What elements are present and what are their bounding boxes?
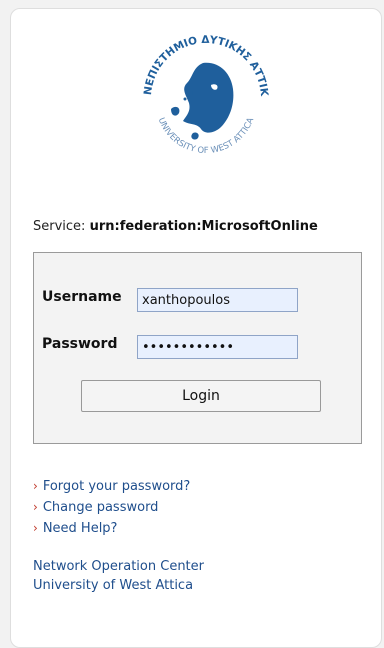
service-label: Service: <box>33 219 86 234</box>
need-help-label: Need Help? <box>42 521 118 536</box>
chevron-right-icon: › <box>33 500 38 514</box>
change-password-label: Change password <box>42 500 159 515</box>
login-button[interactable]: Login <box>81 380 321 412</box>
chevron-right-icon: › <box>33 479 38 493</box>
university-seal-icon: ΠΑΝΕΠΙΣΤΗΜΙΟ ΔΥΤΙΚΗΣ ΑΤΤΙΚΗΣ UNIVERSITY … <box>127 14 271 156</box>
login-card: ΠΑΝΕΠΙΣΤΗΜΙΟ ΔΥΤΙΚΗΣ ΑΤΤΙΚΗΣ UNIVERSITY … <box>10 8 382 648</box>
footer-line-2: University of West Attica <box>33 578 194 593</box>
university-logo: ΠΑΝΕΠΙΣΤΗΜΙΟ ΔΥΤΙΚΗΣ ΑΤΤΙΚΗΣ UNIVERSITY … <box>127 14 281 173</box>
password-label: Password <box>42 336 118 352</box>
footer-line-1: Network Operation Center <box>33 559 204 574</box>
service-line: Service: urn:federation:MicrosoftOnline <box>33 219 318 234</box>
change-password-link[interactable]: › Change password <box>33 497 190 518</box>
username-label: Username <box>42 289 122 305</box>
service-value: urn:federation:MicrosoftOnline <box>89 219 318 234</box>
password-input[interactable] <box>137 335 298 359</box>
forgot-password-label: Forgot your password? <box>42 479 191 494</box>
chevron-right-icon: › <box>33 521 38 535</box>
need-help-link[interactable]: › Need Help? <box>33 518 190 539</box>
username-input[interactable] <box>137 288 298 312</box>
help-links: › Forgot your password? › Change password … <box>33 476 190 539</box>
forgot-password-link[interactable]: › Forgot your password? <box>33 476 190 497</box>
footer: Network Operation Center University of W… <box>33 557 204 595</box>
login-form: Username Password Login <box>33 252 362 444</box>
